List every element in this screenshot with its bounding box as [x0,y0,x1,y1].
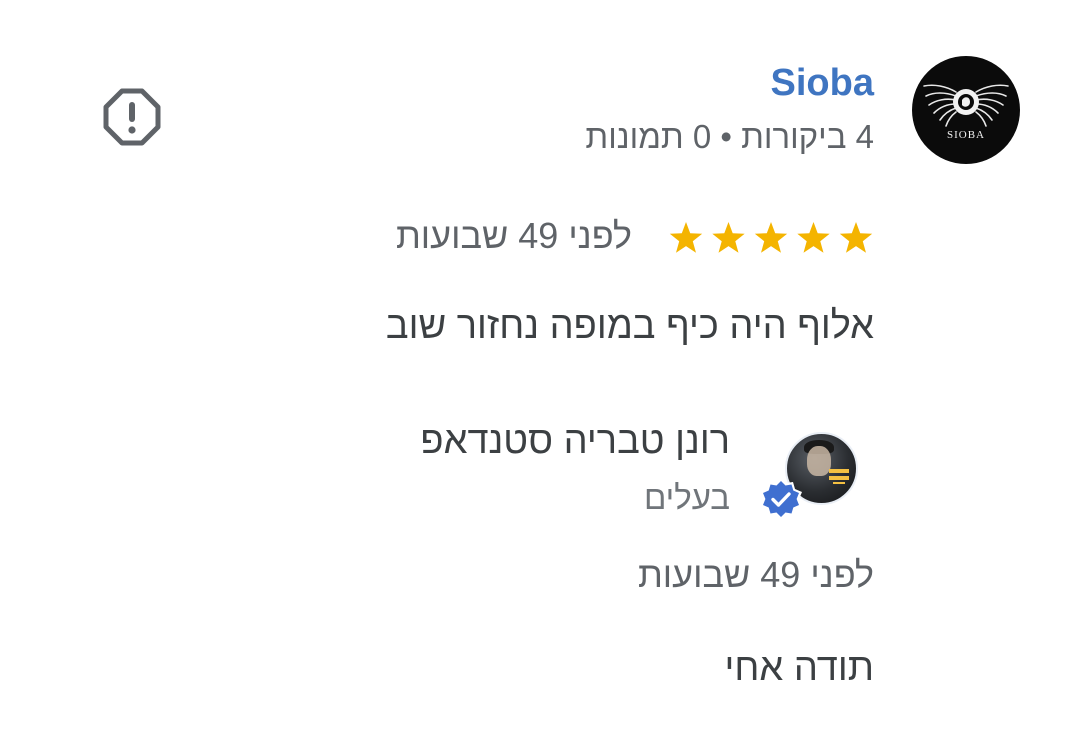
reviewer-name[interactable]: Sioba [771,62,874,105]
winged-logo-icon [923,84,1009,127]
star-icon [669,222,703,253]
review-text: אלוף היה כיף במופה נחזור שוב [385,305,874,347]
verified-check-icon [760,478,802,521]
report-alert-icon [103,88,161,146]
star-icon [754,222,788,253]
star-icons [669,222,873,253]
response-time: לפני 49 שבועות [637,554,874,595]
star-icon [712,222,745,253]
star-icon [797,222,830,253]
report-button[interactable] [103,88,161,146]
star-icon [839,222,873,253]
avatar-logo-text: SIOBA [946,129,985,141]
owner-brand-mark [829,469,849,484]
star-rating [666,217,876,259]
verified-badge [758,477,804,523]
review-time: לפני 49 שבועות [395,215,632,256]
owner-name[interactable]: רונן טבריה סטנדאפ [420,420,730,463]
reviewer-avatar[interactable]: SIOBA [912,56,1020,164]
reviewer-meta: 4 ביקורות • 0 תמונות [585,118,874,155]
owner-role: בעלים [643,479,730,516]
response-text: תודה אחי [724,647,874,689]
